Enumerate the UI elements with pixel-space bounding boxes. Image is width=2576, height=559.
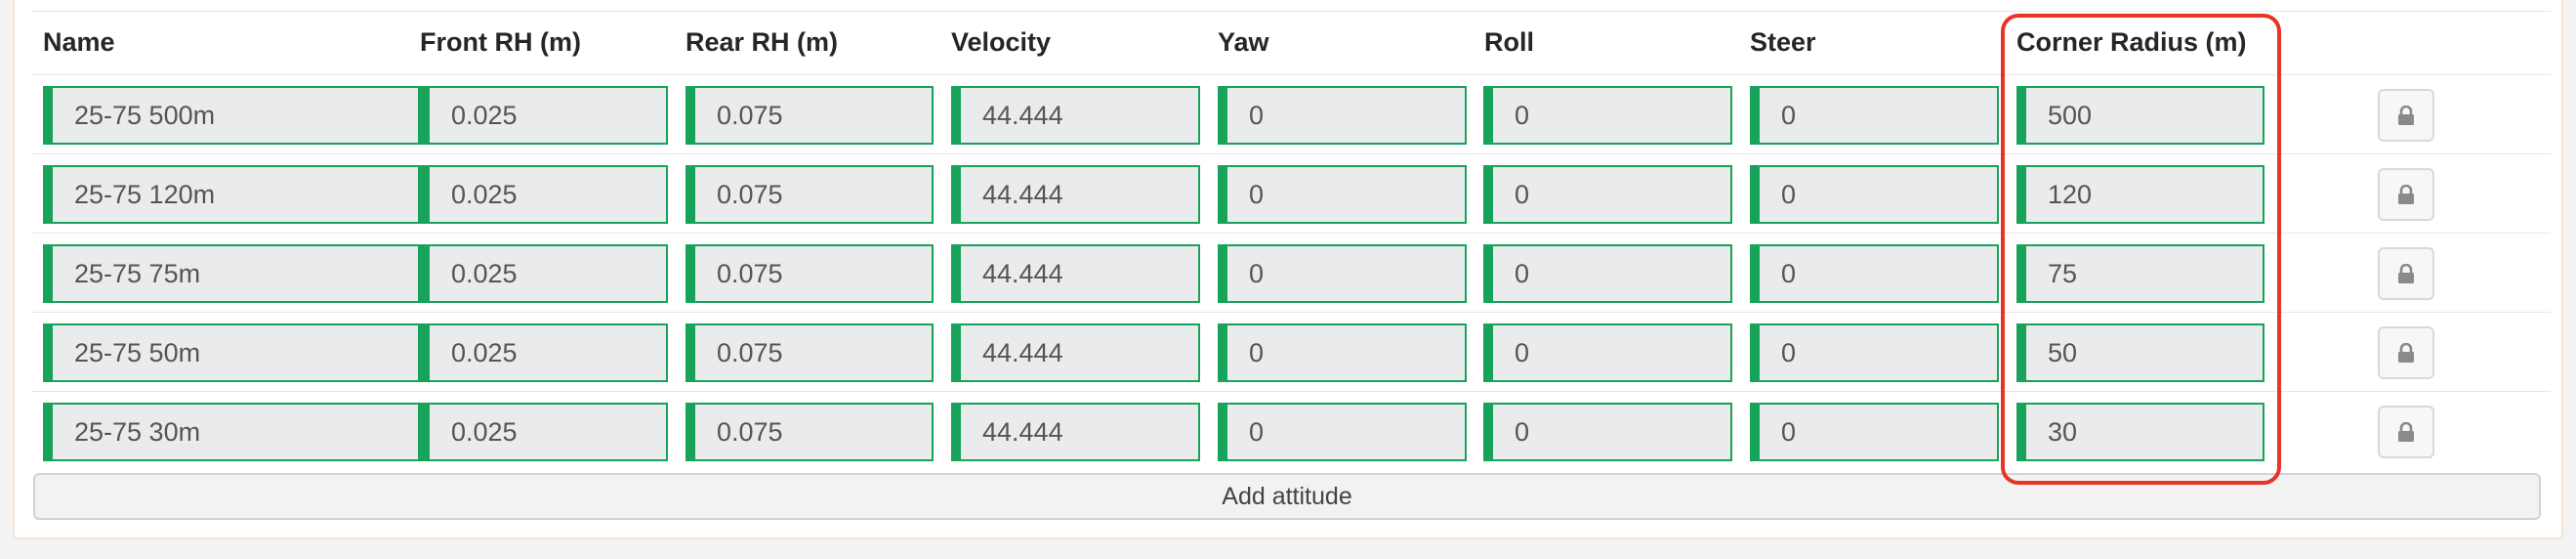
corner-radius-field[interactable]: 120 [2016,165,2264,224]
steer-field[interactable]: 0 [1750,244,1999,303]
name-field[interactable]: 25-75 500m [43,86,420,145]
lock-button[interactable] [2378,326,2434,379]
table-row: 25-75 30m 0.025 0.075 44.444 0 0 0 30 [31,391,2551,470]
rear-rh-field[interactable]: 0.075 [686,165,934,224]
corner-radius-field[interactable]: 500 [2016,86,2264,145]
lock-icon [2398,106,2414,125]
corner-radius-field[interactable]: 30 [2016,403,2264,461]
rear-rh-field[interactable]: 0.075 [686,403,934,461]
yaw-field[interactable]: 0 [1218,244,1467,303]
table-header: Name Front RH (m) Rear RH (m) Velocity Y… [0,18,2576,74]
column-header-name: Name [43,27,115,57]
column-header-corner-radius: Corner Radius (m) [2016,27,2247,57]
front-rh-field[interactable]: 0.025 [420,403,668,461]
front-rh-field[interactable]: 0.025 [420,165,668,224]
lock-button[interactable] [2378,89,2434,142]
lock-icon [2398,343,2414,363]
front-rh-field[interactable]: 0.025 [420,86,668,145]
name-field[interactable]: 25-75 120m [43,165,420,224]
steer-field[interactable]: 0 [1750,165,1999,224]
front-rh-field[interactable]: 0.025 [420,323,668,382]
name-field[interactable]: 25-75 50m [43,323,420,382]
roll-field[interactable]: 0 [1483,86,1732,145]
column-header-rear-rh: Rear RH (m) [686,27,839,57]
steer-field[interactable]: 0 [1750,403,1999,461]
lock-icon [2398,422,2414,442]
roll-field[interactable]: 0 [1483,165,1732,224]
steer-field[interactable]: 0 [1750,86,1999,145]
velocity-field[interactable]: 44.444 [951,244,1200,303]
lock-button[interactable] [2378,247,2434,300]
roll-field[interactable]: 0 [1483,323,1732,382]
yaw-field[interactable]: 0 [1218,323,1467,382]
column-header-velocity: Velocity [951,27,1052,57]
rear-rh-field[interactable]: 0.075 [686,86,934,145]
name-field[interactable]: 25-75 75m [43,244,420,303]
velocity-field[interactable]: 44.444 [951,165,1200,224]
front-rh-field[interactable]: 0.025 [420,244,668,303]
velocity-field[interactable]: 44.444 [951,403,1200,461]
roll-field[interactable]: 0 [1483,403,1732,461]
corner-radius-field[interactable]: 75 [2016,244,2264,303]
rear-rh-field[interactable]: 0.075 [686,323,934,382]
roll-field[interactable]: 0 [1483,244,1732,303]
column-header-steer: Steer [1750,27,1816,57]
yaw-field[interactable]: 0 [1218,165,1467,224]
name-field[interactable]: 25-75 30m [43,403,420,461]
lock-button[interactable] [2378,406,2434,458]
table-row: 25-75 500m 0.025 0.075 44.444 0 0 0 500 [31,74,2551,153]
column-header-yaw: Yaw [1218,27,1269,57]
lock-button[interactable] [2378,168,2434,221]
table-row: 25-75 120m 0.025 0.075 44.444 0 0 0 120 [31,153,2551,233]
column-header-front-rh: Front RH (m) [420,27,581,57]
lock-icon [2398,185,2414,204]
yaw-field[interactable]: 0 [1218,403,1467,461]
column-header-roll: Roll [1484,27,1534,57]
rear-rh-field[interactable]: 0.075 [686,244,934,303]
velocity-field[interactable]: 44.444 [951,323,1200,382]
steer-field[interactable]: 0 [1750,323,1999,382]
yaw-field[interactable]: 0 [1218,86,1467,145]
velocity-field[interactable]: 44.444 [951,86,1200,145]
table-row: 25-75 50m 0.025 0.075 44.444 0 0 0 50 [31,312,2551,391]
lock-icon [2398,264,2414,283]
corner-radius-field[interactable]: 50 [2016,323,2264,382]
table-row: 25-75 75m 0.025 0.075 44.444 0 0 0 75 [31,233,2551,312]
add-attitude-button[interactable]: Add attitude [33,473,2541,520]
top-divider [31,11,2551,12]
